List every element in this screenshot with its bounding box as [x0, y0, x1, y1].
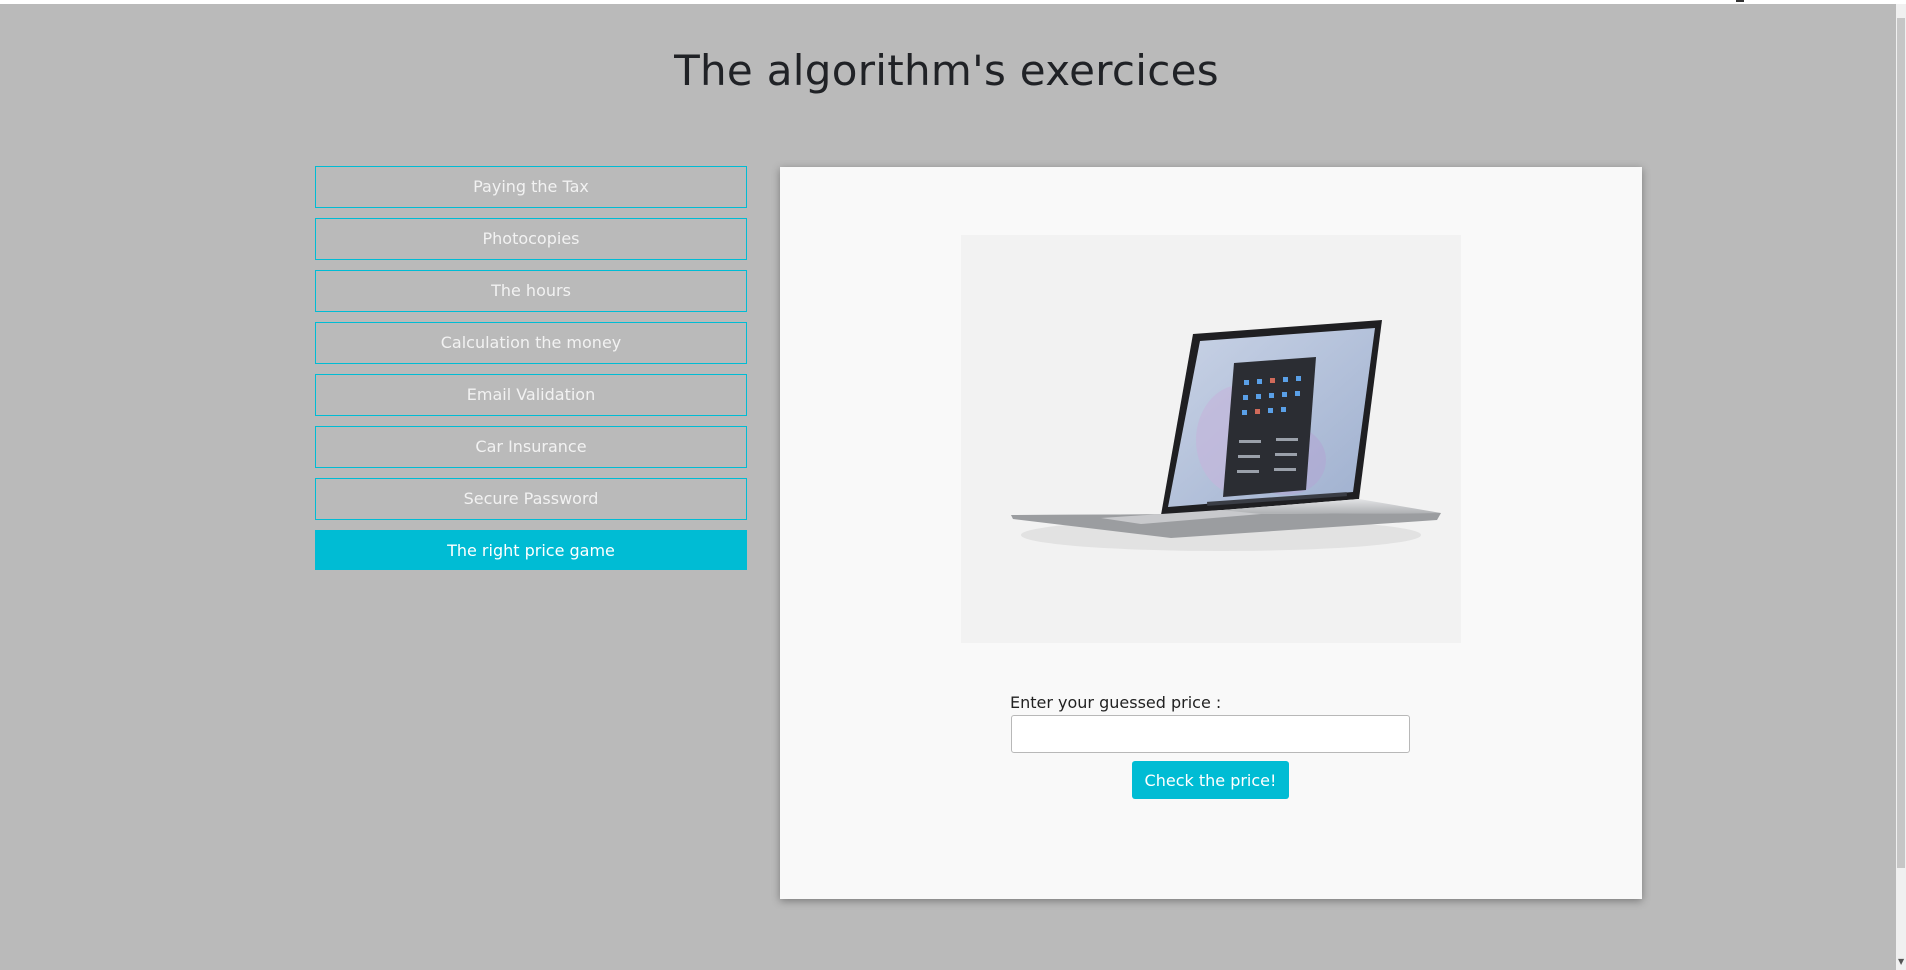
scrollbar-thumb[interactable] — [1897, 18, 1905, 868]
menu-item-email-validation[interactable]: Email Validation — [315, 374, 747, 416]
menu-item-the-hours[interactable]: The hours — [315, 270, 747, 312]
scroll-down-icon[interactable]: ▼ — [1898, 958, 1904, 966]
guess-label: Enter your guessed price : — [1010, 693, 1222, 712]
top-edge — [0, 0, 1906, 4]
page-title: The algorithm's exercices — [674, 46, 1219, 95]
menu-item-car-insurance[interactable]: Car Insurance — [315, 426, 747, 468]
menu-item-secure-password[interactable]: Secure Password — [315, 478, 747, 520]
exercise-menu: Paying the Tax Photocopies The hours Cal… — [315, 166, 747, 580]
menu-item-the-right-price-game[interactable]: The right price game — [315, 530, 747, 570]
guess-price-input[interactable] — [1011, 715, 1410, 753]
menu-item-photocopies[interactable]: Photocopies — [315, 218, 747, 260]
page-scrollbar[interactable] — [1896, 4, 1906, 970]
check-price-button[interactable]: Check the price! — [1132, 761, 1289, 799]
corner-mark — [1736, 0, 1744, 2]
menu-item-calculation-the-money[interactable]: Calculation the money — [315, 322, 747, 364]
laptop-product-image — [961, 235, 1461, 643]
game-panel: Enter your guessed price : Check the pri… — [780, 167, 1642, 899]
menu-item-paying-the-tax[interactable]: Paying the Tax — [315, 166, 747, 208]
laptop-icon — [1011, 320, 1441, 551]
